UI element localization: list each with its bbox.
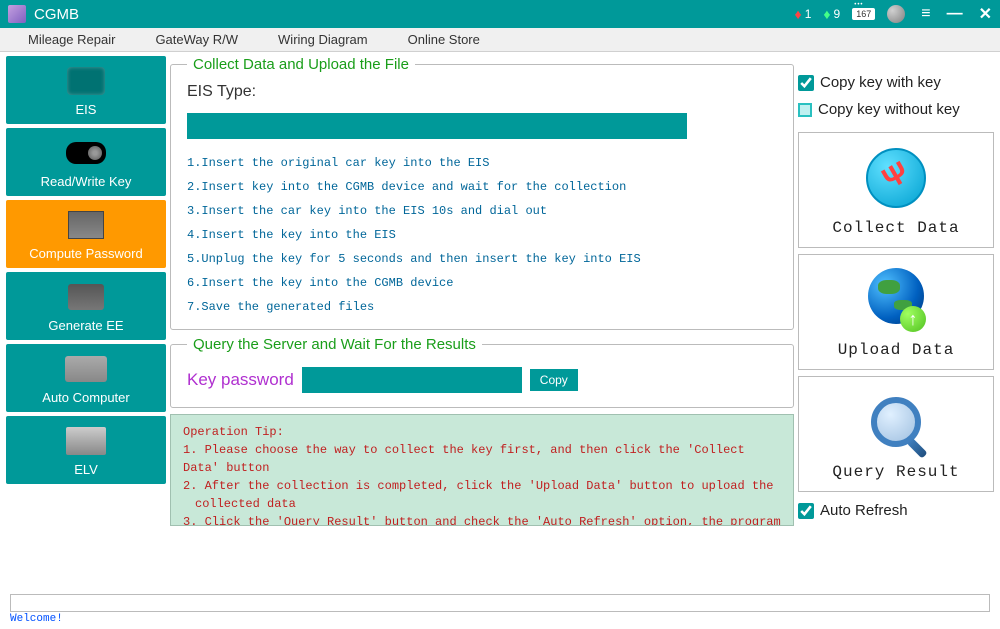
sidebar-item-elv[interactable]: ELV	[6, 416, 166, 484]
copy-without-key-option[interactable]: Copy key without key	[798, 99, 994, 120]
key-icon	[66, 142, 106, 164]
sidebar: EIS Read/Write Key Compute Password Gene…	[6, 56, 166, 592]
app-title: CGMB	[34, 6, 783, 23]
gem-green-status: ♦9	[823, 6, 840, 22]
sidebar-item-label: Compute Password	[29, 246, 142, 261]
close-button[interactable]: ✕	[979, 4, 992, 24]
sidebar-item-label: Generate EE	[48, 318, 123, 333]
step-text: 2.Insert key into the CGMB device and wa…	[187, 175, 777, 199]
eis-type-field[interactable]	[187, 113, 687, 139]
steps-list: 1.Insert the original car key into the E…	[187, 151, 777, 319]
printer-icon	[68, 284, 104, 310]
collect-legend: Collect Data and Upload the File	[187, 56, 415, 73]
menu-gateway-rw[interactable]: GateWay R/W	[135, 32, 258, 47]
sidebar-item-label: EIS	[76, 102, 97, 117]
app-icon	[8, 5, 26, 23]
key-password-label: Key password	[187, 370, 294, 390]
sidebar-item-compute-password[interactable]: Compute Password	[6, 200, 166, 268]
sidebar-item-label: ELV	[74, 462, 98, 477]
key-password-input[interactable]	[302, 367, 522, 393]
ecu-icon	[65, 356, 107, 382]
auto-refresh-checkbox[interactable]	[798, 503, 814, 519]
tip-line: 3. Click the 'Query Result' button and c…	[183, 513, 781, 526]
step-text: 1.Insert the original car key into the E…	[187, 151, 777, 175]
upload-data-button[interactable]: ↑ Upload Data	[798, 254, 994, 370]
sidebar-item-auto-computer[interactable]: Auto Computer	[6, 344, 166, 412]
step-text: 3.Insert the car key into the EIS 10s an…	[187, 199, 777, 223]
copy-button[interactable]: Copy	[530, 369, 578, 391]
menu-icon[interactable]: ≡	[921, 5, 930, 23]
gem-green-icon: ♦	[823, 6, 830, 22]
gem-red-icon: ♦	[795, 6, 802, 22]
right-panel: Copy key with key Copy key without key C…	[798, 56, 994, 592]
menu-online-store[interactable]: Online Store	[388, 32, 500, 47]
query-result-button[interactable]: Query Result	[798, 376, 994, 492]
sidebar-item-label: Read/Write Key	[41, 174, 132, 189]
titlebar: CGMB ♦1 ♦9 167 ≡ — ✕	[0, 0, 1000, 28]
eis-icon	[67, 67, 105, 95]
sidebar-item-read-write-key[interactable]: Read/Write Key	[6, 128, 166, 196]
elv-icon	[66, 427, 106, 455]
menu-wiring-diagram[interactable]: Wiring Diagram	[258, 32, 388, 47]
sidebar-item-eis[interactable]: EIS	[6, 56, 166, 124]
copy-with-key-option[interactable]: Copy key with key	[798, 72, 994, 93]
sidebar-item-generate-ee[interactable]: Generate EE	[6, 272, 166, 340]
globe-icon[interactable]	[887, 5, 905, 23]
gem-red-status: ♦1	[795, 6, 812, 22]
menubar: Mileage Repair GateWay R/W Wiring Diagra…	[0, 28, 1000, 52]
magnify-icon	[871, 397, 921, 447]
operation-tip-box[interactable]: Operation Tip: 1. Please choose the way …	[170, 414, 794, 526]
tip-line: 2. After the collection is completed, cl…	[183, 477, 781, 513]
tip-title: Operation Tip:	[183, 423, 781, 441]
tip-line: 1. Please choose the way to collect the …	[183, 441, 781, 477]
query-legend: Query the Server and Wait For the Result…	[187, 336, 482, 353]
step-text: 5.Unplug the key for 5 seconds and then …	[187, 247, 777, 271]
menu-mileage-repair[interactable]: Mileage Repair	[8, 32, 135, 47]
step-text: 4.Insert the key into the EIS	[187, 223, 777, 247]
step-text: 7.Save the generated files	[187, 295, 777, 319]
eis-type-label: EIS Type:	[187, 83, 256, 101]
minimize-button[interactable]: —	[947, 5, 963, 23]
step-text: 6.Insert the key into the CGMB device	[187, 271, 777, 295]
query-server-panel: Query the Server and Wait For the Result…	[170, 336, 794, 408]
auto-refresh-option[interactable]: Auto Refresh	[798, 500, 994, 521]
welcome-text: Welcome!	[10, 613, 990, 625]
copy-without-key-checkbox[interactable]	[798, 103, 812, 117]
counter-badge: 167	[852, 8, 875, 20]
upload-icon: ↑	[864, 268, 928, 332]
copy-with-key-checkbox[interactable]	[798, 75, 814, 91]
chip-icon	[68, 211, 104, 239]
usb-icon	[866, 148, 926, 208]
collect-data-button[interactable]: Collect Data	[798, 132, 994, 248]
sidebar-item-label: Auto Computer	[42, 390, 129, 405]
status-bar	[10, 594, 990, 612]
collect-data-panel: Collect Data and Upload the File EIS Typ…	[170, 56, 794, 330]
